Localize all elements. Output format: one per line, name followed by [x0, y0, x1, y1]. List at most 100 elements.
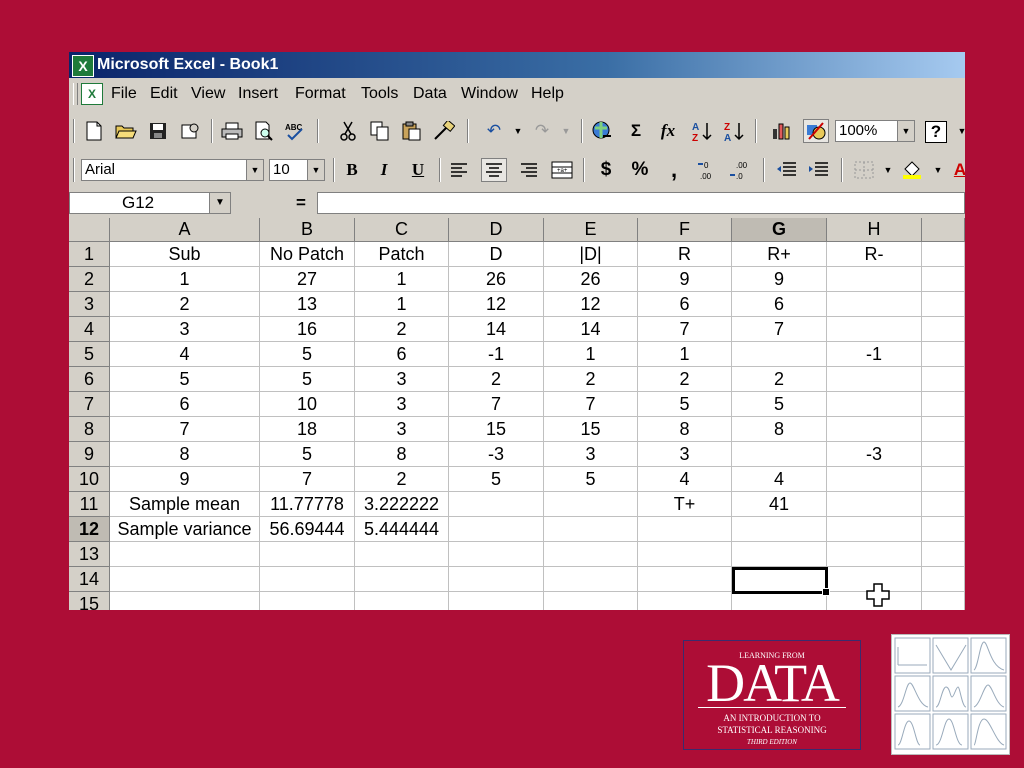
copy-icon[interactable]	[367, 119, 393, 143]
cell-f12[interactable]	[638, 517, 732, 542]
cell-d11[interactable]	[449, 492, 544, 517]
cell-g4[interactable]: 7	[732, 317, 827, 342]
autosum-icon[interactable]: Σ	[623, 119, 649, 143]
underline-button[interactable]: U	[405, 158, 431, 182]
cell-d12[interactable]	[449, 517, 544, 542]
cell-i9[interactable]	[922, 442, 965, 467]
cell-g11[interactable]: 41	[732, 492, 827, 517]
cell-e14[interactable]	[544, 567, 638, 592]
cell-f2[interactable]: 9	[638, 267, 732, 292]
cell-a3[interactable]: 2	[110, 292, 260, 317]
align-center-icon[interactable]	[481, 158, 507, 182]
cell-f13[interactable]	[638, 542, 732, 567]
cell-a2[interactable]: 1	[110, 267, 260, 292]
cell-a7[interactable]: 6	[110, 392, 260, 417]
cell-e4[interactable]: 14	[544, 317, 638, 342]
menu-help[interactable]: Help	[531, 85, 564, 103]
workbook-icon[interactable]: X	[81, 83, 103, 105]
cell-i1[interactable]	[922, 242, 965, 267]
row-header-15[interactable]: 15	[69, 592, 110, 610]
cell-i10[interactable]	[922, 467, 965, 492]
borders-icon[interactable]	[851, 158, 877, 182]
cell-f1[interactable]: R	[638, 242, 732, 267]
cell-a12[interactable]: Sample variance	[110, 517, 260, 542]
fill-color-icon[interactable]	[899, 158, 925, 182]
excel-app-icon[interactable]: X	[72, 55, 94, 77]
column-header-b[interactable]: B	[260, 218, 355, 242]
menu-view[interactable]: View	[191, 85, 225, 103]
cell-b6[interactable]: 5	[260, 367, 355, 392]
cell-c6[interactable]: 3	[355, 367, 449, 392]
save-icon[interactable]	[145, 119, 171, 143]
column-header-a[interactable]: A	[110, 218, 260, 242]
cell-g5[interactable]	[732, 342, 827, 367]
column-header-g[interactable]: G	[732, 218, 827, 242]
cell-e10[interactable]: 5	[544, 467, 638, 492]
cell-f8[interactable]: 8	[638, 417, 732, 442]
cell-g9[interactable]	[732, 442, 827, 467]
cell-h8[interactable]	[827, 417, 922, 442]
cell-b12[interactable]: 56.69444	[260, 517, 355, 542]
cell-i14[interactable]	[922, 567, 965, 592]
cell-b7[interactable]: 10	[260, 392, 355, 417]
cell-a6[interactable]: 5	[110, 367, 260, 392]
cell-g8[interactable]: 8	[732, 417, 827, 442]
cell-i3[interactable]	[922, 292, 965, 317]
cell-c7[interactable]: 3	[355, 392, 449, 417]
toolbar-more-icon[interactable]: ▼	[949, 119, 965, 143]
cell-h2[interactable]	[827, 267, 922, 292]
row-header-1[interactable]: 1	[69, 242, 110, 267]
drawing-icon[interactable]	[803, 119, 829, 143]
cell-e2[interactable]: 26	[544, 267, 638, 292]
toolbar-grip[interactable]	[73, 158, 75, 182]
menu-format[interactable]: Format	[295, 85, 346, 103]
cell-e15[interactable]	[544, 592, 638, 610]
font-size-combo[interactable]: 10 ▼	[269, 159, 325, 181]
bold-button[interactable]: B	[339, 158, 365, 182]
decrease-decimal-icon[interactable]: .00.0	[727, 158, 753, 182]
cell-d14[interactable]	[449, 567, 544, 592]
cell-e3[interactable]: 12	[544, 292, 638, 317]
chart-wizard-icon[interactable]	[769, 119, 795, 143]
cell-i2[interactable]	[922, 267, 965, 292]
cell-d15[interactable]	[449, 592, 544, 610]
cell-i12[interactable]	[922, 517, 965, 542]
cell-i13[interactable]	[922, 542, 965, 567]
redo-dropdown-icon[interactable]: ▼	[553, 119, 579, 143]
comma-button[interactable]: ,	[661, 158, 687, 182]
cell-h4[interactable]	[827, 317, 922, 342]
increase-decimal-icon[interactable]: 0.00	[695, 158, 721, 182]
align-left-icon[interactable]	[447, 158, 473, 182]
decrease-indent-icon[interactable]	[773, 158, 799, 182]
chevron-down-icon[interactable]: ▼	[209, 193, 230, 213]
cell-e8[interactable]: 15	[544, 417, 638, 442]
cell-a5[interactable]: 4	[110, 342, 260, 367]
chevron-down-icon[interactable]: ▼	[897, 121, 914, 141]
redo-icon[interactable]: ↷	[529, 119, 555, 143]
cell-f9[interactable]: 3	[638, 442, 732, 467]
cell-d10[interactable]: 5	[449, 467, 544, 492]
cell-i6[interactable]	[922, 367, 965, 392]
paste-function-icon[interactable]: fx	[655, 119, 681, 143]
cell-h10[interactable]	[827, 467, 922, 492]
cell-i11[interactable]	[922, 492, 965, 517]
row-header-3[interactable]: 3	[69, 292, 110, 317]
toolbar-grip[interactable]	[73, 119, 75, 143]
cell-c8[interactable]: 3	[355, 417, 449, 442]
cell-g6[interactable]: 2	[732, 367, 827, 392]
cell-b14[interactable]	[260, 567, 355, 592]
cell-i4[interactable]	[922, 317, 965, 342]
row-header-2[interactable]: 2	[69, 267, 110, 292]
cell-h7[interactable]	[827, 392, 922, 417]
cell-e12[interactable]	[544, 517, 638, 542]
cell-b4[interactable]: 16	[260, 317, 355, 342]
cell-c15[interactable]	[355, 592, 449, 610]
cell-d1[interactable]: D	[449, 242, 544, 267]
menu-data[interactable]: Data	[413, 85, 447, 103]
cell-g10[interactable]: 4	[732, 467, 827, 492]
cell-g13[interactable]	[732, 542, 827, 567]
merge-center-icon[interactable]: +a+	[549, 158, 575, 182]
print-preview-icon[interactable]	[251, 119, 277, 143]
select-all-corner[interactable]	[69, 218, 110, 242]
row-header-12[interactable]: 12	[69, 517, 110, 542]
